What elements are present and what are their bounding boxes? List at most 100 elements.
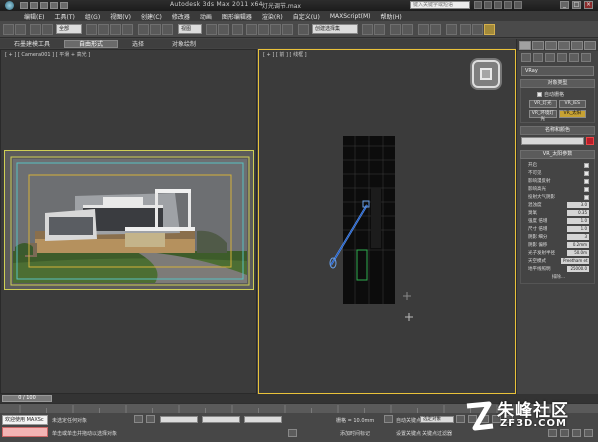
mirror-icon[interactable] xyxy=(362,24,373,35)
undo-icon[interactable] xyxy=(50,2,58,9)
redo-icon[interactable] xyxy=(60,2,68,9)
percent-snap-icon[interactable] xyxy=(270,24,281,35)
menu-group[interactable]: 组(G) xyxy=(85,12,100,21)
link-icon[interactable] xyxy=(30,24,41,35)
y-coordinate-input[interactable] xyxy=(202,416,240,423)
sun-param-spinner[interactable]: 50.0m xyxy=(567,250,589,256)
object-color-swatch[interactable] xyxy=(586,137,594,145)
hierarchy-tab-icon[interactable] xyxy=(545,41,557,50)
pivot-icon[interactable] xyxy=(206,24,217,35)
menu-help[interactable]: 帮助(H) xyxy=(381,12,402,21)
maximize-button[interactable]: □ xyxy=(572,1,581,9)
utilities-tab-icon[interactable] xyxy=(584,41,596,50)
search-input[interactable]: 键入关键字或短语 xyxy=(410,1,470,9)
modify-tab-icon[interactable] xyxy=(532,41,544,50)
rotate-icon[interactable] xyxy=(150,24,161,35)
snap-icon[interactable] xyxy=(246,24,257,35)
lights-icon[interactable] xyxy=(545,53,555,62)
vr-sun-button[interactable]: VR_太阳 xyxy=(558,110,586,118)
select-by-name-icon[interactable] xyxy=(98,24,109,35)
cameras-icon[interactable] xyxy=(557,53,567,62)
sun-param-spinner[interactable]: 0.35 xyxy=(567,210,589,216)
time-tag-icon[interactable] xyxy=(288,429,297,437)
search-icon[interactable] xyxy=(474,1,482,9)
menu-graph-editors[interactable]: 图形编辑器 xyxy=(222,12,252,21)
curve-editor-icon[interactable] xyxy=(418,24,429,35)
named-selection-dropdown[interactable]: 创建选择集 xyxy=(312,24,358,34)
lock-selection-icon[interactable] xyxy=(134,415,143,423)
goto-start-icon[interactable] xyxy=(456,415,465,423)
spinner-snap-icon[interactable] xyxy=(282,24,293,35)
ribbon-tab-graphite[interactable]: 石墨建模工具 xyxy=(0,39,64,48)
set-key-button[interactable]: 设置关键点 xyxy=(396,430,421,437)
sun-param-spinner[interactable]: 3 xyxy=(567,234,589,240)
selection-filter-dropdown[interactable]: 全部 xyxy=(56,24,82,34)
unlink-icon[interactable] xyxy=(42,24,53,35)
shapes-icon[interactable] xyxy=(533,53,543,62)
render-icon[interactable] xyxy=(484,24,495,35)
vr-light-button[interactable]: VR_灯光 xyxy=(529,100,557,108)
ribbon-tab-object-paint[interactable]: 对象绘制 xyxy=(158,39,210,48)
favorites-icon[interactable] xyxy=(504,1,512,9)
material-editor-icon[interactable] xyxy=(446,24,457,35)
keyboard-shortcut-icon[interactable] xyxy=(232,24,243,35)
time-slider[interactable]: 0 / 100 xyxy=(2,395,52,402)
ribbon-tab-freeform[interactable]: 自由形式 xyxy=(64,39,119,48)
select-manipulate-icon[interactable] xyxy=(218,24,229,35)
sun-param-checkbox[interactable] xyxy=(584,162,589,168)
maxscript-mini-listener[interactable] xyxy=(2,427,48,437)
rect-selection-icon[interactable] xyxy=(110,24,121,35)
object-name-input[interactable] xyxy=(521,137,584,145)
window-crossing-icon[interactable] xyxy=(122,24,133,35)
menu-edit[interactable]: 编辑(E) xyxy=(24,12,44,21)
align-icon[interactable] xyxy=(374,24,385,35)
help-icon[interactable] xyxy=(514,1,522,9)
reference-coord-dropdown[interactable]: 视图 xyxy=(178,24,202,34)
menu-maxscript[interactable]: MAXScript(M) xyxy=(330,13,371,20)
front-viewport[interactable]: [ + ] [ 前 ] [ 线框 ] xyxy=(258,49,516,394)
schematic-view-icon[interactable] xyxy=(430,24,441,35)
sky-model-dropdown[interactable]: Preetham et xyxy=(561,258,589,264)
menu-modifiers[interactable]: 修改器 xyxy=(172,12,190,21)
edit-named-selection-icon[interactable] xyxy=(298,24,309,35)
motion-tab-icon[interactable] xyxy=(558,41,570,50)
sun-param-spinner[interactable]: 1.0 xyxy=(567,218,589,224)
object-type-rollout[interactable]: 对象类型 xyxy=(520,79,595,88)
z-coordinate-input[interactable] xyxy=(244,416,282,423)
vr-ambient-button[interactable]: VR_环境灯光 xyxy=(529,110,557,122)
helpers-icon[interactable] xyxy=(569,53,579,62)
move-icon[interactable] xyxy=(138,24,149,35)
sun-param-spinner[interactable]: 3.0 xyxy=(567,202,589,208)
sun-param-spinner[interactable]: 1.0 xyxy=(567,226,589,232)
spacewarps-icon[interactable] xyxy=(581,53,591,62)
maxscript-listener[interactable]: 欢迎使用 MAXSc xyxy=(2,415,48,425)
sun-param-checkbox[interactable] xyxy=(584,178,589,184)
auto-key-button[interactable]: 自动关键点 xyxy=(396,417,421,424)
geometry-icon[interactable] xyxy=(521,53,531,62)
light-category-dropdown[interactable]: VRay xyxy=(521,66,594,76)
sun-param-checkbox[interactable] xyxy=(584,186,589,192)
subscription-icon[interactable] xyxy=(484,1,492,9)
x-coordinate-input[interactable] xyxy=(160,416,198,423)
sun-param-spinner[interactable]: 25000.0 xyxy=(567,266,589,272)
ribbon-tab-selection[interactable]: 选择 xyxy=(118,39,158,48)
minimize-button[interactable]: _ xyxy=(560,1,569,9)
name-color-rollout[interactable]: 名称和颜色 xyxy=(520,126,595,135)
menu-create[interactable]: 创建(C) xyxy=(141,12,162,21)
sun-param-checkbox[interactable] xyxy=(584,170,589,176)
key-selection-dropdown[interactable]: 选定对象 xyxy=(420,416,454,423)
angle-snap-icon[interactable] xyxy=(258,24,269,35)
menu-tools[interactable]: 工具(T) xyxy=(54,12,74,21)
vr-ies-button[interactable]: VR_IES xyxy=(558,100,586,108)
new-file-icon[interactable] xyxy=(20,2,28,9)
render-setup-icon[interactable] xyxy=(460,24,471,35)
sun-param-checkbox[interactable] xyxy=(584,194,589,200)
communication-icon[interactable] xyxy=(494,1,502,9)
redo-icon[interactable] xyxy=(15,24,26,35)
undo-icon[interactable] xyxy=(3,24,14,35)
camera-viewport-label[interactable]: [ + ] [ Camera001 ] [ 平滑 + 高光 ] xyxy=(5,51,90,58)
layer-manager-icon[interactable] xyxy=(390,24,401,35)
open-file-icon[interactable] xyxy=(30,2,38,9)
display-tab-icon[interactable] xyxy=(571,41,583,50)
menu-views[interactable]: 视图(V) xyxy=(110,12,131,21)
